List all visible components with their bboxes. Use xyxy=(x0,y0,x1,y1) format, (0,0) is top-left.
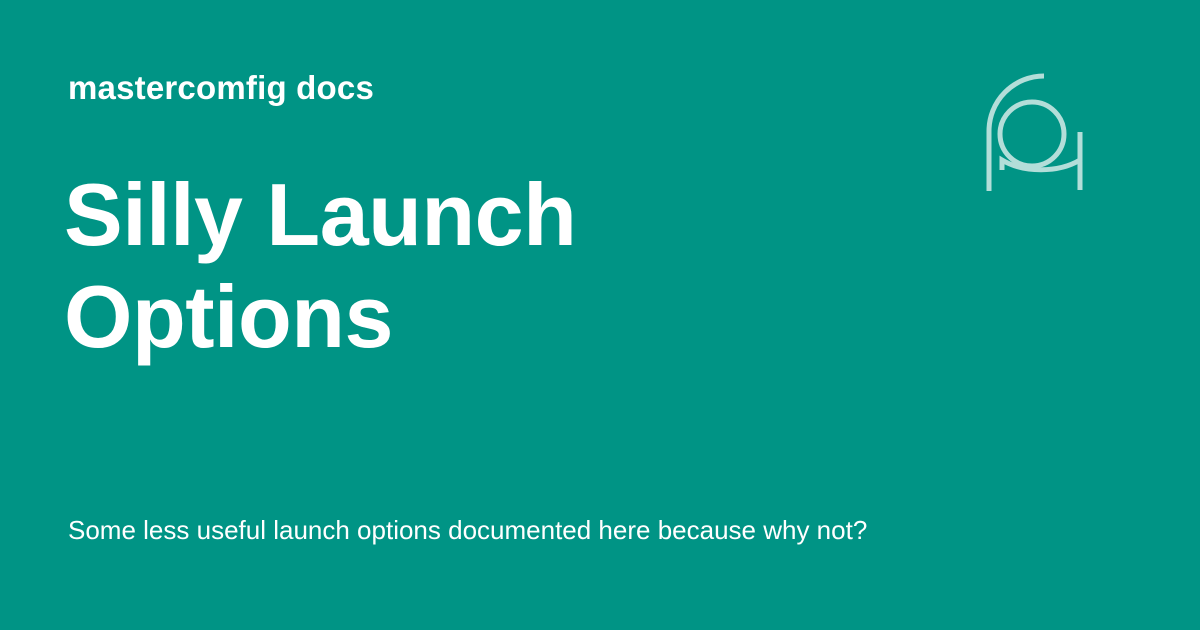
social-card: mastercomfig docs Silly Launch Options S… xyxy=(0,0,1200,630)
page-title: Silly Launch Options xyxy=(64,165,577,366)
mastercomfig-logo-icon xyxy=(982,72,1106,196)
page-description: Some less useful launch options document… xyxy=(68,515,868,545)
site-name: mastercomfig docs xyxy=(68,69,374,106)
